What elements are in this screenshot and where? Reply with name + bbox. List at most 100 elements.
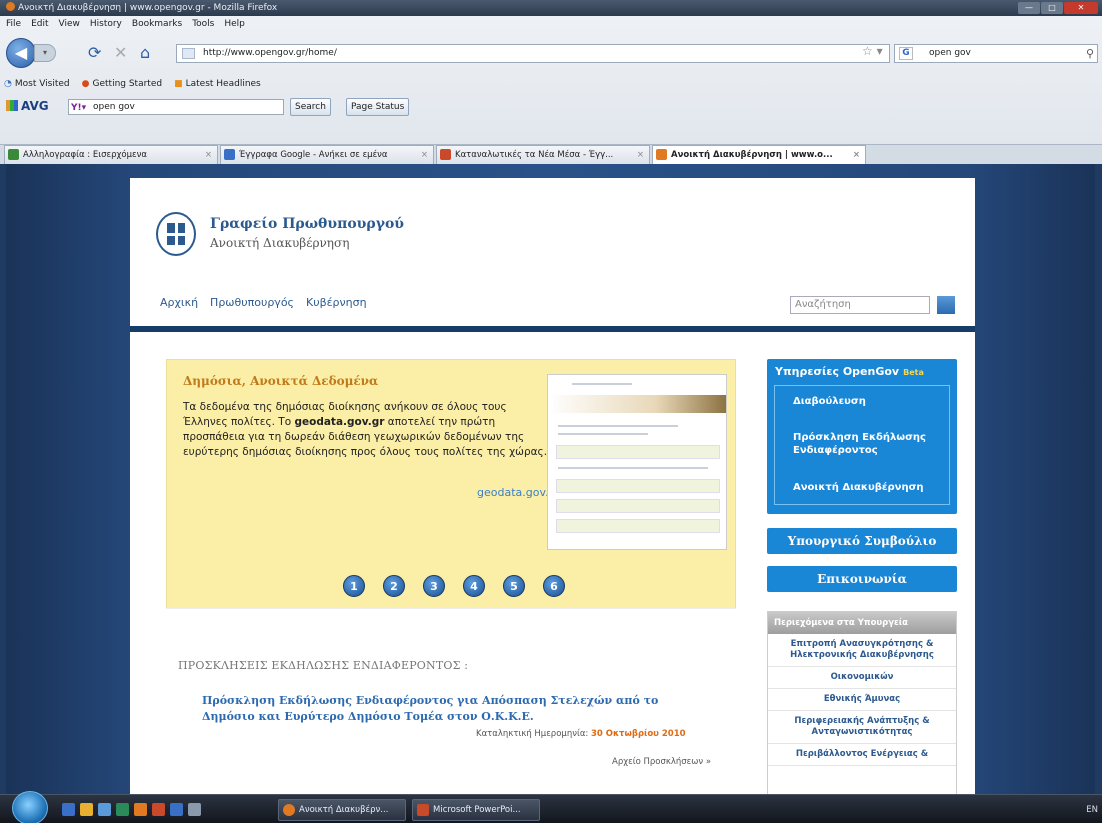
avg-page-status-button[interactable]: Page Status xyxy=(346,98,410,116)
tab-opengov[interactable]: Ανοικτή Διακυβέρνηση | www.o... × xyxy=(652,145,866,164)
site-title[interactable]: Γραφείο Πρωθυπουργού xyxy=(210,216,404,232)
menu-tools[interactable]: Tools xyxy=(192,16,214,32)
close-tab-icon[interactable]: × xyxy=(205,146,212,164)
geodata-screenshot-thumbnail[interactable] xyxy=(547,374,727,550)
nav-home[interactable]: Αρχική xyxy=(160,296,198,309)
ministry-link[interactable]: Οικονομικών xyxy=(768,667,956,689)
ministry-link[interactable]: Περιβάλλοντος Ενέργειας & xyxy=(768,744,956,766)
tab-mail[interactable]: Αλληλογραφία : Εισερχόμενα × xyxy=(4,145,218,164)
firefox-icon xyxy=(6,2,15,11)
ministry-link[interactable]: Εθνικής Άμυνας xyxy=(768,689,956,711)
excel-icon[interactable] xyxy=(116,803,129,816)
address-url: http://www.opengov.gr/home/ xyxy=(203,48,337,58)
reload-icon[interactable]: ⟳ xyxy=(88,45,101,61)
start-button[interactable] xyxy=(12,791,48,823)
menu-help[interactable]: Help xyxy=(224,16,245,32)
minimize-button[interactable]: — xyxy=(1018,2,1040,14)
powerpoint-icon[interactable] xyxy=(152,803,165,816)
google-icon[interactable]: G xyxy=(899,47,913,60)
bookmark-getting-started[interactable]: ● Getting Started xyxy=(82,74,162,94)
bookmark-most-visited[interactable]: ◔ Most Visited xyxy=(4,74,70,94)
menu-file[interactable]: File xyxy=(6,16,21,32)
firefox-icon[interactable] xyxy=(134,803,147,816)
stop-icon[interactable]: ✕ xyxy=(114,45,127,61)
close-button[interactable]: ✕ xyxy=(1064,2,1098,14)
notices-title: ΠΡΟΣΚΛΗΣΕΙΣ ΕΚΔΗΛΩΣΗΣ ΕΝΔΙΑΦΕΡΟΝΤΟΣ : xyxy=(178,659,469,672)
ie-icon[interactable] xyxy=(62,803,75,816)
language-indicator[interactable]: EN xyxy=(1086,805,1098,815)
contact-button[interactable]: Επικοινωνία xyxy=(767,566,957,592)
search-engine-box[interactable]: G open gov ⚲ xyxy=(894,44,1098,63)
menu-history[interactable]: History xyxy=(90,16,122,32)
clock-icon: ◔ xyxy=(4,79,12,89)
notice-link[interactable]: Πρόσκληση Εκδήλωσης Ενδιαφέροντος για Απ… xyxy=(202,693,702,725)
site-identity-icon[interactable] xyxy=(182,48,195,59)
service-open-call[interactable]: Πρόσκληση Εκδήλωσης Ενδιαφέροντος xyxy=(793,431,943,457)
search-icon[interactable]: ⚲ xyxy=(1086,45,1094,62)
doc-favicon-icon xyxy=(440,149,451,160)
window-title-bar: Ανοικτή Διακυβέρνηση | www.opengov.gr - … xyxy=(0,0,1102,16)
slide-6-button[interactable]: 6 xyxy=(543,575,565,597)
navigation-toolbar: ◀ ▾ ⟳ ✕ ⌂ http://www.opengov.gr/home/ ☆ … xyxy=(0,34,1102,72)
geodata-bold-link[interactable]: geodata.gov.gr xyxy=(294,416,384,428)
taskbar-firefox-window[interactable]: Ανοικτή Διακυβέρν... xyxy=(278,799,406,821)
cabinet-button[interactable]: Υπουργικό Συμβούλιο xyxy=(767,528,957,554)
opengov-services-box: Υπηρεσίες OpenGov Beta Διαβούλευση Πρόσκλ… xyxy=(767,359,957,514)
ministry-link[interactable]: Επιτροπή Ανασυγκρότησης & Ηλεκτρονικής Δ… xyxy=(768,634,956,667)
avg-search-input[interactable]: Y!▾ open gov xyxy=(68,99,284,115)
avg-logo[interactable]: AVG xyxy=(6,99,49,113)
word-icon[interactable] xyxy=(170,803,183,816)
service-open-government[interactable]: Ανοικτή Διακυβέρνηση xyxy=(793,481,924,494)
address-bar[interactable]: http://www.opengov.gr/home/ xyxy=(176,44,890,63)
greek-emblem-icon xyxy=(156,212,196,256)
yahoo-icon[interactable]: Y!▾ xyxy=(71,101,86,115)
desktop-icon[interactable] xyxy=(98,803,111,816)
home-icon[interactable]: ⌂ xyxy=(140,45,150,61)
tab-doc[interactable]: Καταναλωτικές τα Νέα Μέσα - Έγγ... × xyxy=(436,145,650,164)
services-title: Υπηρεσίες OpenGov Beta xyxy=(775,365,924,378)
history-dropdown-button[interactable]: ▾ xyxy=(34,44,56,62)
site-search-input[interactable]: Αναζήτηση xyxy=(790,296,930,314)
close-tab-icon[interactable]: × xyxy=(421,146,428,164)
menu-view[interactable]: View xyxy=(59,16,80,32)
menu-bar: File Edit View History Bookmarks Tools H… xyxy=(0,16,1102,32)
close-tab-icon[interactable]: × xyxy=(853,146,860,164)
rss-icon: ■ xyxy=(174,79,183,89)
back-button[interactable]: ◀ xyxy=(6,38,36,68)
beta-badge: Beta xyxy=(903,368,924,377)
maximize-button[interactable]: □ xyxy=(1041,2,1063,14)
slide-2-button[interactable]: 2 xyxy=(383,575,405,597)
powerpoint-icon xyxy=(417,804,429,816)
tab-google-docs[interactable]: Έγγραφα Google - Ανήκει σε εμένα × xyxy=(220,145,434,164)
feature-slider: Δημόσια, Ανοικτά Δεδομένα Τα δεδομένα τη… xyxy=(166,359,736,609)
slide-3-button[interactable]: 3 xyxy=(423,575,445,597)
slide-5-button[interactable]: 5 xyxy=(503,575,525,597)
bookmark-star-icon[interactable]: ☆ ▾ xyxy=(862,44,883,58)
slide-4-button[interactable]: 4 xyxy=(463,575,485,597)
taskbar-powerpoint-window[interactable]: Microsoft PowerPoi... xyxy=(412,799,540,821)
service-consultation[interactable]: Διαβούλευση xyxy=(793,395,866,408)
firefox-icon xyxy=(283,804,295,816)
site-search-button[interactable] xyxy=(937,296,955,314)
nav-prime-minister[interactable]: Πρωθυπουργός xyxy=(210,296,294,309)
avg-icon xyxy=(6,100,18,111)
notice-deadline: Καταληκτική Ημερομηνία: 30 Οκτωβρίου 201… xyxy=(476,729,686,739)
tab-strip: Αλληλογραφία : Εισερχόμενα × Έγγραφα Goog… xyxy=(0,144,1102,164)
menu-bookmarks[interactable]: Bookmarks xyxy=(132,16,182,32)
avg-search-button[interactable]: Search xyxy=(290,98,331,116)
feature-title[interactable]: Δημόσια, Ανοικτά Δεδομένα xyxy=(183,374,378,388)
notices-archive-link[interactable]: Αρχείο Προσκλήσεων » xyxy=(612,757,711,767)
bookmark-latest-headlines[interactable]: ■ Latest Headlines xyxy=(174,74,261,94)
site-header: Γραφείο Πρωθυπουργού Ανοικτή Διακυβέρνησ… xyxy=(130,178,975,326)
ministry-link[interactable]: Περιφερειακής Ανάπτυξης & Ανταγωνιστικότ… xyxy=(768,711,956,744)
close-tab-icon[interactable]: × xyxy=(637,146,644,164)
avg-query: open gov xyxy=(93,102,135,112)
nav-government[interactable]: Κυβέρνηση xyxy=(306,296,367,309)
slide-1-button[interactable]: 1 xyxy=(343,575,365,597)
folder-icon[interactable] xyxy=(80,803,93,816)
media-icon[interactable] xyxy=(188,803,201,816)
menu-edit[interactable]: Edit xyxy=(31,16,48,32)
main-content: Δημόσια, Ανοικτά Δεδομένα Τα δεδομένα τη… xyxy=(130,332,975,794)
system-tray: EN xyxy=(932,799,1102,821)
mail-favicon-icon xyxy=(8,149,19,160)
